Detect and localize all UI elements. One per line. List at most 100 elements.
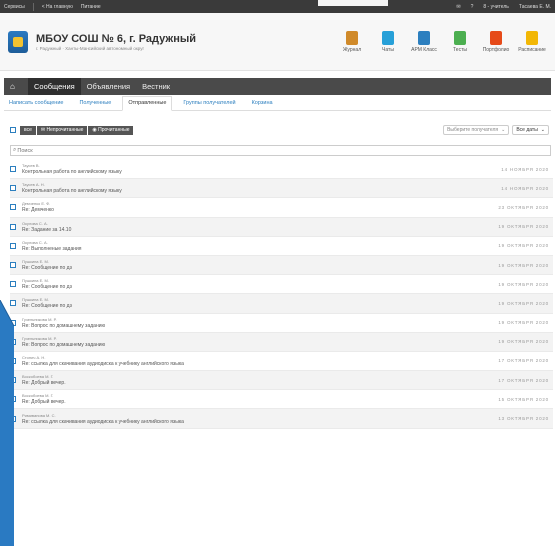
message-row[interactable]: Пушкина Е. М. Re: Сообщение по дз 19 ОКТЯБ… [10, 275, 553, 295]
tab-received[interactable]: Полученные [74, 100, 116, 110]
recipient-select[interactable]: Выберите получателя ⌄ [443, 125, 510, 135]
message-row[interactable]: Пушкина Е. М. Re: Сообщение по дз 19 ОКТЯБ… [10, 255, 553, 276]
message-row[interactable]: Гузельникова М. Р. Re: Вопрос по домашнем… [10, 314, 553, 333]
app-portfolio[interactable]: Портфолио [481, 30, 511, 53]
nav-herald[interactable]: Вестник [136, 78, 176, 95]
help-icon[interactable]: ? [471, 4, 474, 10]
filter-read-label: Прочитанные [98, 127, 130, 133]
message-date: 19 ОКТЯБРЯ 2020 [498, 339, 549, 345]
message-recipient: Воскобоева М. Г. [22, 393, 54, 399]
message-row[interactable]: Воскобоева М. Г. Re: Добрый вечер. 15 ОКТЯ… [10, 390, 553, 410]
user-menu[interactable]: Тасаева Е. М. [519, 4, 551, 10]
message-date: 19 ОКТЯБРЯ 2020 [498, 300, 549, 306]
app-arm-class[interactable]: АРМ Класс [409, 30, 439, 53]
message-row[interactable]: Стонич А. Н. Re: ссылка для скачивания ау… [10, 352, 553, 372]
message-subject[interactable]: Re: Задание за 14.10 [22, 227, 498, 233]
row-checkbox[interactable] [10, 262, 16, 269]
message-recipient: Стонич А. Н. [22, 354, 46, 360]
message-row[interactable]: Окулова С. А. Re: Выполненые задания 19 ОК… [10, 237, 553, 256]
app-label: Портфолио [482, 46, 510, 53]
row-checkbox[interactable] [10, 204, 16, 211]
app-label: Чаты [382, 46, 394, 53]
message-subject[interactable]: Re: Вопрос по домашнему заданию [22, 323, 498, 329]
main-nav: ⌂ Сообщения Объявления Вестник [4, 78, 551, 95]
message-date: 17 ОКТЯБРЯ 2020 [498, 358, 549, 364]
school-region: г. Радужный · Ханты-Мансийский автономны… [36, 45, 145, 51]
app-chats[interactable]: Чаты [373, 30, 403, 53]
role-select[interactable]: 8 - учитель [483, 4, 509, 10]
home-icon[interactable]: ⌂ [10, 82, 28, 91]
top-notice-area [318, 0, 388, 6]
row-checkbox[interactable] [10, 223, 16, 230]
class-icon [418, 30, 430, 45]
app-journal[interactable]: Журнал [337, 30, 367, 53]
message-subject[interactable]: Re: Добрый вечер. [22, 399, 498, 405]
message-row[interactable]: Таусев В. Контрольная работа по английско… [10, 160, 553, 180]
filter-all[interactable]: все [20, 125, 36, 135]
date-select[interactable]: Все даты ⌄ [512, 125, 549, 135]
list-toolbar: все ✉ Непрочитанные ◉ Прочитанные Выбери… [10, 125, 551, 135]
nav-ads[interactable]: Объявления [81, 78, 136, 95]
message-text: Воскобоева М. Г. Re: Добрый вечер. [22, 374, 498, 386]
row-checkbox[interactable] [10, 166, 16, 173]
filter-unread[interactable]: ✉ Непрочитанные [36, 125, 88, 135]
message-date: 17 ОКТЯБРЯ 2020 [498, 377, 549, 383]
message-subject[interactable]: Re: ссылка для скачивания аудиодиска к у… [22, 361, 498, 367]
message-date: 19 ОКТЯБРЯ 2020 [498, 243, 549, 249]
message-subject[interactable]: Re: Сообщение по дз [22, 284, 498, 290]
row-checkbox[interactable] [10, 185, 16, 192]
message-subject[interactable]: Re: ссылка для скачивания аудиодиска к у… [22, 419, 498, 425]
row-checkbox[interactable] [10, 242, 16, 249]
schedule-icon [526, 30, 538, 45]
message-text: Воскобоева М. Г. Re: Добрый вечер. [22, 393, 498, 405]
side-decoration [0, 300, 14, 546]
message-row[interactable]: Пушкина Е. М. Re: Сообщение по дз 19 ОКТЯБ… [10, 294, 553, 314]
message-subject[interactable]: Re: Сообщение по дз [22, 303, 498, 309]
mail-icon[interactable]: ✉ [456, 4, 460, 10]
school-header: МБОУ СОШ № 6, г. Радужный г. Радужный · … [0, 13, 555, 71]
home-link[interactable]: < На главную [42, 4, 73, 10]
message-row[interactable]: Римиванова М. С. Re: ссылка для скачивани… [10, 409, 553, 429]
nav-messages[interactable]: Сообщения [28, 78, 81, 95]
message-row[interactable]: Воскобоева М. Г. Re: Добрый вечер. 17 ОКТЯ… [10, 371, 553, 391]
tab-sent[interactable]: Отправленные [122, 96, 173, 111]
message-date: 15 ОКТЯБРЯ 2020 [498, 396, 549, 402]
app-launcher: Журнал Чаты АРМ Класс Тесты Портфолио Ра… [337, 30, 547, 53]
message-subject[interactable]: Re: Вопрос по домашнему заданию [22, 342, 498, 348]
message-row[interactable]: Окулова С. А. Re: Задание за 14.10 19 ОКТЯ… [10, 217, 553, 237]
message-list: Таусев В. Контрольная работа по английско… [10, 160, 553, 429]
row-checkbox[interactable] [10, 281, 16, 288]
message-row[interactable]: Демченко Е. Ф. Re: Демченко 23 ОКТЯБРЯ 202… [10, 198, 553, 218]
search-input[interactable] [17, 147, 518, 154]
message-date: 23 ОКТЯБРЯ 2020 [498, 204, 549, 210]
app-label: Журнал [342, 46, 362, 53]
message-subject[interactable]: Re: Выполненые задания [22, 246, 498, 252]
app-tests[interactable]: Тесты [445, 30, 475, 53]
tab-trash[interactable]: Корзина [247, 100, 278, 110]
message-row[interactable]: Таусев А. Н. Контрольная работа по англий… [10, 179, 553, 199]
filter-read[interactable]: ◉ Прочитанные [88, 125, 134, 135]
message-recipient: Таусев А. Н. [22, 182, 45, 188]
services-menu[interactable]: Сервисы [4, 4, 25, 10]
recipient-select-value: Выберите получателя [447, 127, 499, 133]
school-name[interactable]: МБОУ СОШ № 6, г. Радужный [36, 33, 196, 45]
message-subject[interactable]: Re: Сообщение по дз [22, 265, 498, 271]
message-subject[interactable]: Re: Добрый вечер. [22, 380, 498, 386]
message-recipient: Пушкина Е. М. [22, 297, 49, 303]
message-subject[interactable]: Re: Демченко [22, 207, 498, 213]
food-link[interactable]: Питание [81, 4, 101, 10]
message-date: 14 НОЯБРЯ 2020 [501, 166, 549, 172]
message-row[interactable]: Гузельникова М. Р. Re: Вопрос по домашнем… [10, 332, 553, 352]
app-label: Тесты [453, 46, 467, 53]
message-subject[interactable]: Контрольная работа по английскому языку [22, 169, 501, 175]
message-subject[interactable]: Контрольная работа по английскому языку [22, 188, 501, 194]
tab-write[interactable]: Написать сообщение [4, 100, 68, 110]
message-text: Стонич А. Н. Re: ссылка для скачивания ау… [22, 355, 498, 367]
message-text: Гузельникова М. Р. Re: Вопрос по домашнем… [22, 317, 498, 329]
app-label: АРМ Класс [411, 46, 437, 53]
message-text: Пушкина Е. М. Re: Сообщение по дз [22, 259, 498, 271]
message-text: Таусев А. Н. Контрольная работа по англий… [22, 182, 501, 194]
select-all-checkbox[interactable] [10, 127, 16, 133]
app-schedule[interactable]: Расписание [517, 30, 547, 53]
tab-groups[interactable]: Группы получателей [178, 100, 240, 110]
